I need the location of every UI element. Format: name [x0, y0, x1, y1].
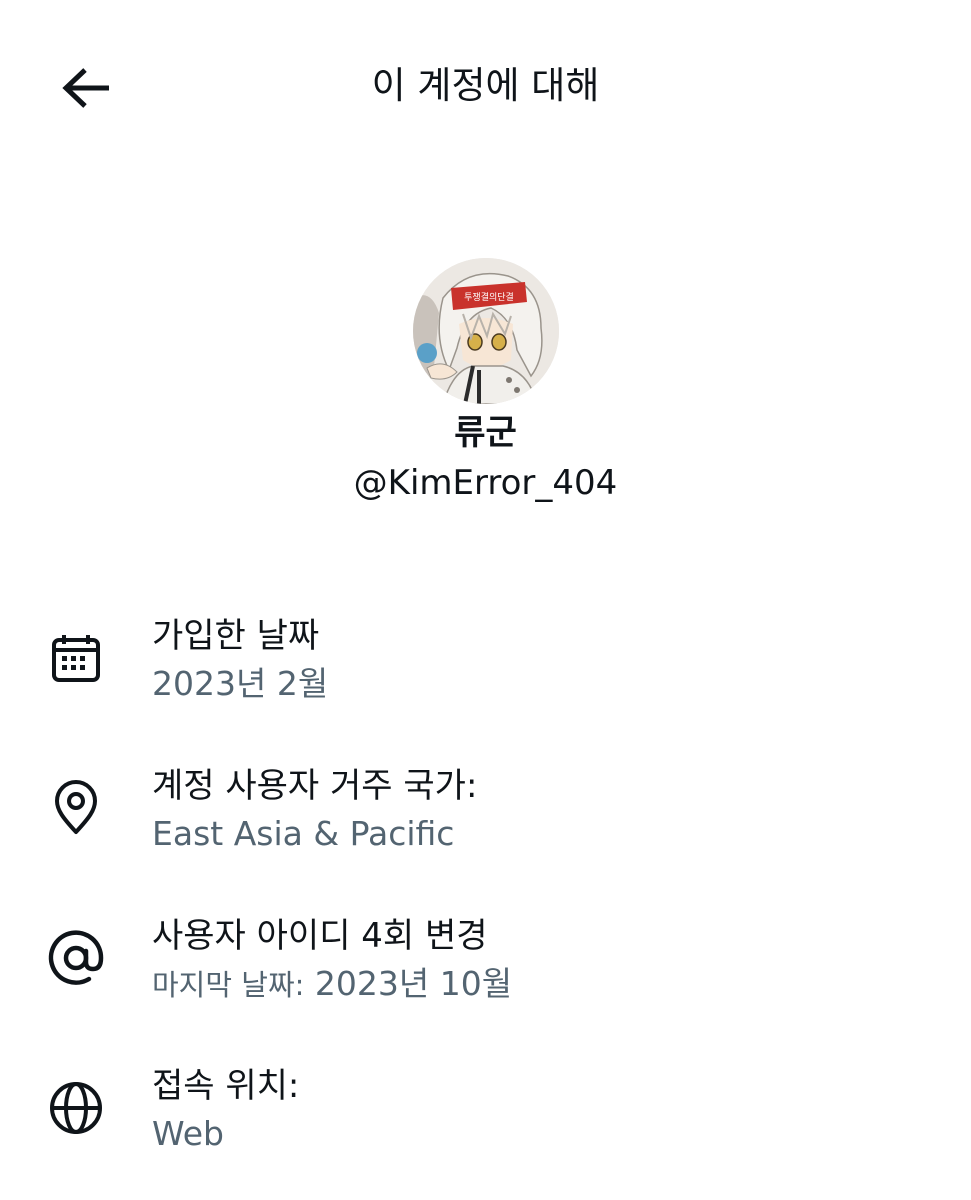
- profile-section: 투쟁결의단결 류군 @KimError_404: [0, 258, 971, 506]
- username-changes-value-line: 마지막 날짜: 2023년 10월: [152, 960, 512, 1009]
- top-app-bar: 이 계정에 대해: [0, 0, 971, 175]
- user-handle: @KimError_404: [353, 463, 618, 503]
- country-value: East Asia & Pacific: [152, 814, 455, 853]
- connected-via-value: Web: [152, 1114, 224, 1153]
- globe-icon: [46, 1078, 106, 1138]
- connected-via-label: 접속 위치:: [152, 1066, 300, 1106]
- at-sign-icon: [46, 928, 106, 988]
- last-changed-date: 2023년 10월: [314, 964, 513, 1003]
- calendar-icon: [46, 628, 106, 688]
- username-changes-label: 사용자 아이디 4회 변경: [152, 916, 488, 956]
- country-label: 계정 사용자 거주 국가:: [152, 766, 478, 806]
- avatar[interactable]: 투쟁결의단결: [412, 258, 559, 404]
- info-row-connected-via: 접속 위치: Web: [0, 1062, 971, 1200]
- account-info-list: 가입한 날짜 2023년 2월 계정 사용자 거주 국가: East Asia …: [0, 612, 971, 1200]
- info-row-country: 계정 사용자 거주 국가: East Asia & Pacific: [0, 762, 971, 912]
- location-pin-icon: [46, 778, 106, 838]
- info-row-username-changes: 사용자 아이디 4회 변경 마지막 날짜: 2023년 10월: [0, 912, 971, 1062]
- avatar-illustration: 투쟁결의단결: [412, 258, 559, 404]
- display-name: 류군: [454, 413, 517, 453]
- joined-value: 2023년 2월: [152, 664, 329, 703]
- info-row-joined: 가입한 날짜 2023년 2월: [0, 612, 971, 762]
- last-changed-prefix: 마지막 날짜:: [152, 968, 305, 1002]
- page-title: 이 계정에 대해: [371, 64, 600, 107]
- joined-label: 가입한 날짜: [152, 616, 320, 656]
- avatar-headband-text: 투쟁결의단결: [464, 292, 514, 303]
